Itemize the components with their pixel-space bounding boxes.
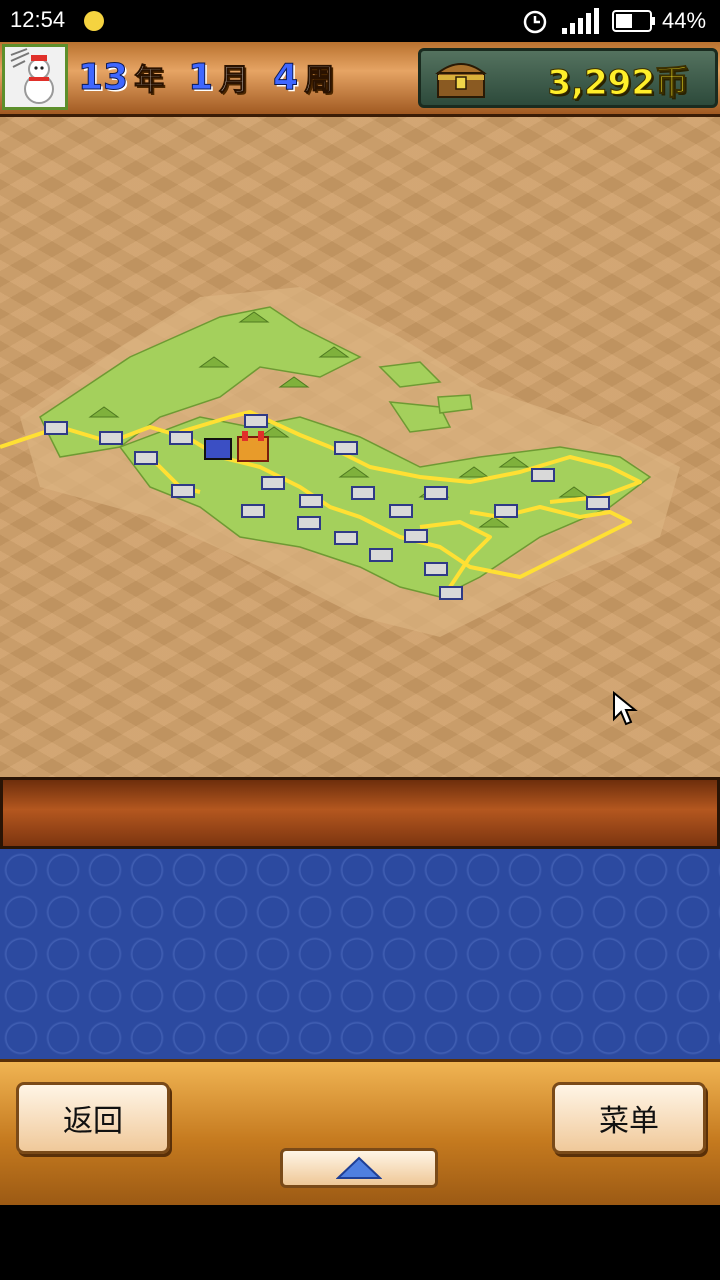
triangle-up-icon <box>336 1156 382 1179</box>
info-panel <box>0 849 720 1059</box>
notification-dot-icon <box>84 11 104 31</box>
battery-icon <box>612 10 655 32</box>
world-map[interactable] <box>0 117 720 777</box>
treasure-chest-icon <box>435 63 487 98</box>
year-unit: 年 <box>134 63 165 99</box>
alarm-icon <box>523 10 547 34</box>
year-value: 13 <box>77 56 129 98</box>
status-time: 12:54 <box>10 7 66 32</box>
signal-icon <box>562 8 599 34</box>
month-unit: 月 <box>219 63 250 99</box>
map-terrain <box>0 287 680 637</box>
week-value: 4 <box>273 56 299 98</box>
money-amount: 3,292币 <box>547 63 690 104</box>
month-value: 1 <box>188 56 214 98</box>
navigation-bar-area <box>0 1205 720 1280</box>
week-unit: 周 <box>304 63 335 99</box>
game-hud: 13 年 1 月 4 周 3,292币 <box>0 42 720 117</box>
snowman-avatar-icon[interactable] <box>2 44 68 110</box>
message-bar <box>0 777 720 849</box>
mouse-pointer-icon <box>613 691 638 726</box>
back-button[interactable]: 返回 <box>16 1082 170 1154</box>
menu-button[interactable]: 菜单 <box>552 1082 706 1154</box>
money-display: 3,292币 <box>418 48 718 108</box>
status-bar: 12:54 44% <box>0 0 720 42</box>
control-panel: 返回 菜单 <box>0 1059 720 1205</box>
game-date: 13 年 1 月 4 周 <box>77 52 352 102</box>
expand-up-button[interactable] <box>280 1148 438 1188</box>
battery-percent: 44% <box>662 8 707 33</box>
